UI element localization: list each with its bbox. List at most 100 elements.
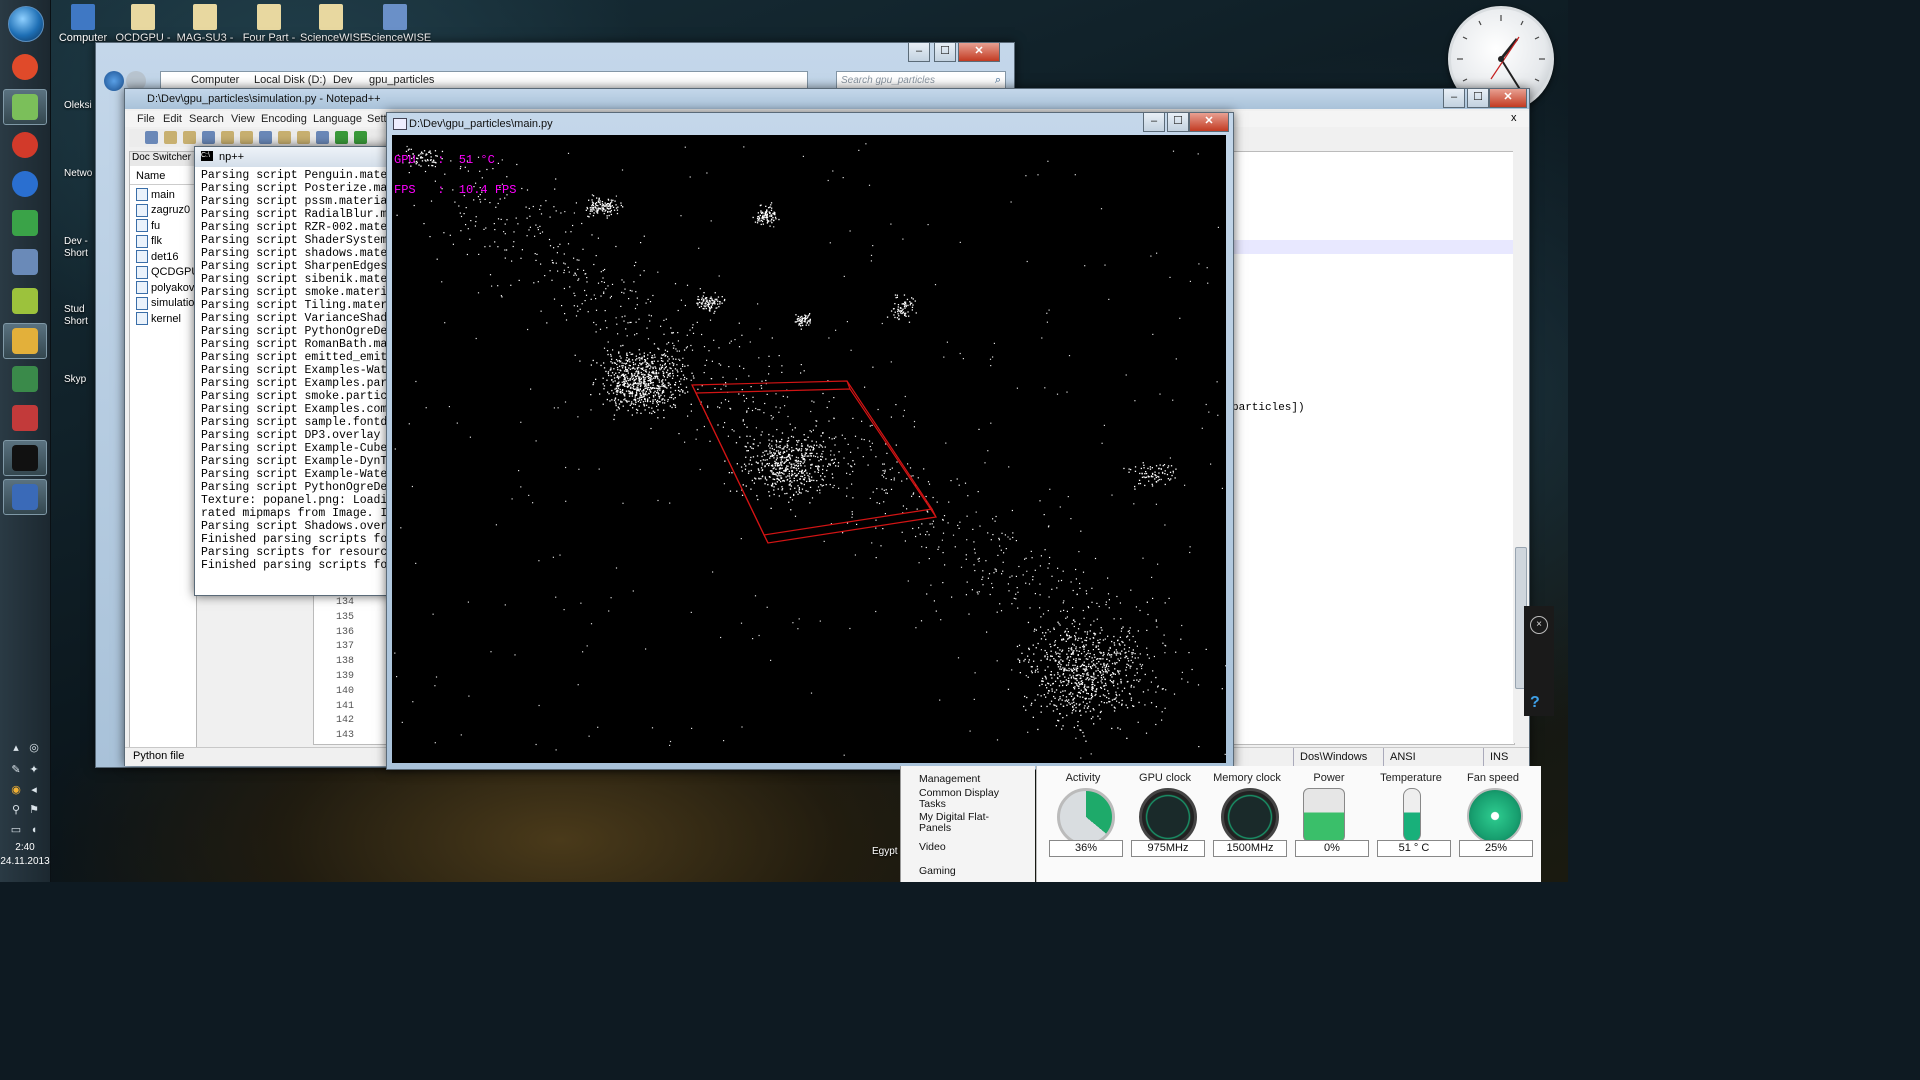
tray-pen-icon[interactable]: ✎ [10,764,22,776]
menu-edit[interactable]: Edit [163,113,182,125]
console-line: Parsing script RZR-002.mater [201,221,395,234]
render-close-button[interactable]: ✕ [1189,113,1229,132]
taskbar-date[interactable]: 24.11.2013 [0,856,50,867]
crumb-dev[interactable]: Dev [333,74,353,86]
back-icon[interactable] [104,71,124,91]
tray-avast-icon[interactable]: ◉ [10,784,22,796]
toolbar-button-icon[interactable] [183,131,196,144]
console-line: Parsing script PythonOgreDeb [201,325,395,338]
menu-language[interactable]: Language [313,113,362,125]
taskbar-button[interactable] [3,440,47,476]
console-line: Parsing script Penguin.mater [201,169,395,182]
toolbar-button-icon[interactable] [316,131,329,144]
console-window[interactable]: C:\ np++ Parsing script Penguin.mater Par… [194,146,396,596]
console-line: Finished parsing scripts for [201,559,395,572]
console-line: Parsing script shadows.mater [201,247,395,260]
toolbar-button-icon[interactable] [354,131,367,144]
taskbar-time[interactable]: 2:40 [0,842,50,853]
crumb-gpu-particles[interactable]: gpu_particles [369,74,434,86]
toolbar-button-icon[interactable] [145,131,158,144]
doc-switcher-item[interactable]: flk [136,234,162,248]
explorer-close-button[interactable]: ✕ [958,43,1000,62]
npp-close-button[interactable]: ✕ [1489,89,1527,108]
doc-switcher-item[interactable]: polyakov [136,281,194,294]
menu-search[interactable]: Search [189,113,224,125]
doc-switcher-header[interactable]: Name [130,168,202,185]
tray-skype-icon[interactable]: ◎ [28,742,40,754]
tray-flag-icon[interactable]: ⚑ [28,804,40,816]
taskbar-button[interactable] [3,245,47,279]
help-icon[interactable]: ? [1530,694,1540,712]
toolbar-button-icon[interactable] [221,131,234,144]
taskbar-button[interactable] [3,50,47,84]
taskbar-button[interactable] [3,167,47,201]
crumb-computer[interactable]: Computer [191,74,239,86]
taskbar-button[interactable] [3,284,47,318]
taskbar-button[interactable] [3,362,47,396]
nvidia-nav-item[interactable]: My Digital Flat- Panels [907,812,989,834]
desktop-side-label[interactable]: Skyp [64,374,86,386]
taskbar-button[interactable] [3,206,47,240]
doc-switcher-item[interactable]: fu [136,219,160,232]
tray-network-icon[interactable]: ✦ [28,764,40,776]
doc-switcher-item[interactable]: main [136,188,175,201]
render-window[interactable]: D:\Dev\gpu_particles\main.py ‒ ☐ ✕ GPU :… [386,112,1234,770]
gauge-label: Temperature [1380,772,1442,784]
taskbar-button[interactable] [3,128,47,162]
doc-switcher-item[interactable]: kernel [136,312,181,325]
search-icon[interactable]: ⌕ [995,74,1001,87]
explorer-minimize-button[interactable]: ‒ [908,43,930,62]
toolbar-button-icon[interactable] [297,131,310,144]
status-insert-mode: INS [1483,748,1530,766]
start-button[interactable] [8,6,44,42]
console-titlebar[interactable]: C:\ np++ [195,147,395,167]
tray-arrow-icon[interactable]: ▴ [10,742,22,754]
utorrent-icon [12,210,38,236]
desktop-side-label[interactable]: Dev - Short [64,236,88,260]
menu-file[interactable]: File [137,113,155,125]
render-minimize-button[interactable]: ‒ [1143,113,1165,132]
toolbar-button-icon[interactable] [164,131,177,144]
tray-usb-icon[interactable]: ⚲ [10,804,22,816]
activity-gauge [1057,788,1115,846]
toolbar-button-icon[interactable] [278,131,291,144]
nvidia-nav-item[interactable]: Video [907,842,946,853]
menu-encoding[interactable]: Encoding [261,113,307,125]
gauge-label: GPU clock [1139,772,1191,784]
npp-maximize-button[interactable]: ☐ [1467,89,1489,108]
nvidia-nav-item[interactable]: Gaming [907,866,956,877]
desktop-side-label[interactable]: Netwo [64,168,92,180]
crumb-local-disk[interactable]: Local Disk (D:) [254,74,326,86]
taskbar-button[interactable] [3,323,47,359]
toolbar-button-icon[interactable] [202,131,215,144]
menu-view[interactable]: View [231,113,255,125]
menu-settings[interactable]: Sett [367,113,387,125]
notepadpp-titlebar[interactable]: D:\Dev\gpu_particles\simulation.py - Not… [125,89,1529,109]
desktop-side-label[interactable]: Oleksi [64,100,92,112]
explorer-maximize-button[interactable]: ☐ [934,43,956,62]
taskbar-button[interactable] [3,479,47,515]
doc-switcher-item[interactable]: QCDGPU [136,265,200,279]
doc-switcher-item[interactable]: simulation [136,296,201,310]
nvidia-nav-item[interactable]: Management [907,774,980,785]
gadget-close-icon[interactable]: × [1530,616,1548,634]
particle-viewport[interactable]: GPU : 51 °C FPS : 10.4 FPS [392,135,1226,763]
nvidia-nav-item[interactable]: Common Display Tasks [907,788,999,810]
doc-switcher-item[interactable]: det16 [136,250,179,263]
desktop-side-label[interactable]: Stud Short [64,304,88,328]
taskbar-button[interactable] [3,89,47,125]
doc-name: QCDGPU [151,266,200,278]
toolbar-button-icon[interactable] [240,131,253,144]
render-maximize-button[interactable]: ☐ [1167,113,1189,132]
toolbar-button-icon[interactable] [259,131,272,144]
close-doc-icon[interactable]: x [1511,112,1517,124]
desktop-icon-0[interactable]: Computer [52,4,114,44]
console-line: Parsing script DP3.overlay [201,429,381,442]
tray-display-icon[interactable]: ▭ [10,824,22,836]
toolbar-button-icon[interactable] [335,131,348,144]
taskbar-button[interactable] [3,401,47,435]
doc-switcher-item[interactable]: zagruz0 [136,203,190,217]
tray-speaker-icon[interactable]: ◖ [28,824,40,836]
npp-minimize-button[interactable]: ‒ [1443,89,1465,108]
tray-volume-muted-icon[interactable]: ◂ [28,784,40,796]
